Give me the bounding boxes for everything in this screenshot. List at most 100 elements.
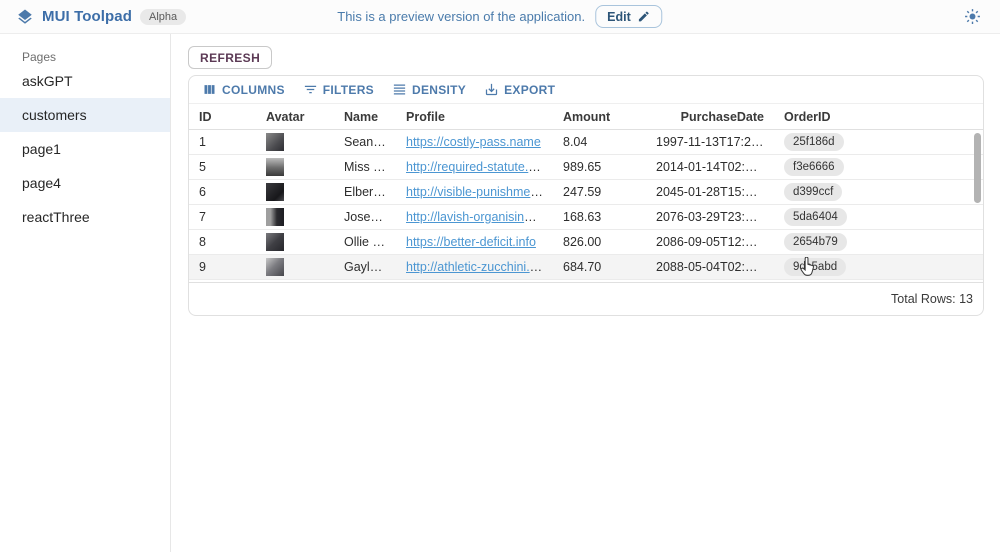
purchase-date-value: 2045-01-28T15:40:06.325Z — [656, 185, 774, 199]
cell-amount[interactable]: 989.65 — [553, 160, 646, 174]
column-header-orderid[interactable]: OrderID — [774, 110, 983, 124]
cell-order_id[interactable]: 25f186d — [774, 133, 983, 151]
cell-amount[interactable]: 826.00 — [553, 235, 646, 249]
toolbar-button-label: EXPORT — [504, 83, 555, 97]
export-button[interactable]: EXPORT — [477, 79, 562, 100]
cell-purchase_date[interactable]: 2086-09-05T12:37:27.015Z — [646, 235, 774, 249]
density-icon — [392, 82, 407, 97]
table-row[interactable]: 1 Sean Harris https://costly-pass.name 8.04… — [189, 130, 983, 155]
cell-name[interactable]: Elbert McL... — [334, 185, 396, 199]
cell-name[interactable]: Sean Harris — [334, 135, 396, 149]
cell-order_id[interactable]: f3e6666 — [774, 158, 983, 176]
cell-order_id[interactable]: 2654b79 — [774, 233, 983, 251]
column-header-profile[interactable]: Profile — [396, 110, 553, 124]
cell-id[interactable]: 6 — [189, 185, 256, 199]
column-header-amount[interactable]: Amount — [553, 110, 646, 124]
table-row[interactable]: 5 Miss Juan ... http://required-statute.or… — [189, 155, 983, 180]
grid-rows: 1 Sean Harris https://costly-pass.name 8.04… — [189, 130, 983, 280]
cell-avatar[interactable] — [256, 133, 334, 151]
cell-id[interactable]: 1 — [189, 135, 256, 149]
table-row[interactable]: 9 Gayle Den... http://athletic-zucchini.or… — [189, 255, 983, 280]
cell-id[interactable]: 5 — [189, 160, 256, 174]
cell-profile[interactable]: https://costly-pass.name — [396, 135, 553, 149]
sidebar-item-page1[interactable]: page1 — [0, 132, 170, 166]
column-header-purchasedate[interactable]: PurchaseDate — [646, 110, 774, 124]
order-id-chip[interactable]: 25f186d — [784, 133, 844, 151]
cell-name[interactable]: Miss Juan ... — [334, 160, 396, 174]
table-row[interactable]: 6 Elbert McL... http://visible-punishment.… — [189, 180, 983, 205]
order-id-chip[interactable]: 5da6404 — [784, 208, 847, 226]
toolbar-button-label: FILTERS — [323, 83, 374, 97]
cell-purchase_date[interactable]: 2014-01-14T02:37:28.536Z — [646, 160, 774, 174]
pages-section-label: Pages — [0, 34, 170, 64]
sidebar-item-page4[interactable]: page4 — [0, 166, 170, 200]
amount-value: 684.70 — [563, 260, 601, 274]
table-row[interactable]: 7 Josefina P... http://lavish-organising.n… — [189, 205, 983, 230]
cell-order_id[interactable]: 5da6404 — [774, 208, 983, 226]
cell-amount[interactable]: 684.70 — [553, 260, 646, 274]
cell-avatar[interactable] — [256, 233, 334, 251]
profile-link[interactable]: http://athletic-zucchini.org — [406, 260, 548, 274]
cell-id[interactable]: 7 — [189, 210, 256, 224]
sidebar-item-label: customers — [22, 107, 87, 123]
export-icon — [484, 82, 499, 97]
cell-id[interactable]: 8 — [189, 235, 256, 249]
cell-order_id[interactable]: d399ccf — [774, 183, 983, 201]
cell-amount[interactable]: 8.04 — [553, 135, 646, 149]
cell-purchase_date[interactable]: 2045-01-28T15:40:06.325Z — [646, 185, 774, 199]
profile-link[interactable]: http://lavish-organising.name — [406, 210, 553, 224]
cell-purchase_date[interactable]: 2076-03-29T23:51:07.968Z — [646, 210, 774, 224]
cell-profile[interactable]: http://required-statute.org — [396, 160, 553, 174]
sidebar-item-askGPT[interactable]: askGPT — [0, 64, 170, 98]
cell-name[interactable]: Gayle Den... — [334, 260, 396, 274]
column-header-avatar[interactable]: Avatar — [256, 110, 334, 124]
table-row[interactable]: 8 Ollie Green... https://better-deficit.in… — [189, 230, 983, 255]
toolbar-button-label: COLUMNS — [222, 83, 285, 97]
cell-avatar[interactable] — [256, 208, 334, 226]
edit-button[interactable]: Edit — [595, 5, 663, 28]
purchase-date-value: 1997-11-13T17:24:11.769Z — [656, 135, 774, 149]
column-header-name[interactable]: Name — [334, 110, 396, 124]
cell-amount[interactable]: 168.63 — [553, 210, 646, 224]
filters-button[interactable]: FILTERS — [296, 79, 381, 100]
cell-purchase_date[interactable]: 2088-05-04T02:31:03.294Z — [646, 260, 774, 274]
profile-link[interactable]: http://visible-punishment.net — [406, 185, 553, 199]
amount-value: 168.63 — [563, 210, 601, 224]
theme-toggle-button[interactable] — [960, 5, 984, 29]
profile-link[interactable]: https://better-deficit.info — [406, 235, 536, 249]
order-id-chip[interactable]: f3e6666 — [784, 158, 844, 176]
profile-link[interactable]: https://costly-pass.name — [406, 135, 541, 149]
amount-value: 826.00 — [563, 235, 601, 249]
cell-profile[interactable]: http://lavish-organising.name — [396, 210, 553, 224]
density-button[interactable]: DENSITY — [385, 79, 473, 100]
cell-avatar[interactable] — [256, 183, 334, 201]
sidebar-item-reactThree[interactable]: reactThree — [0, 200, 170, 234]
scrollbar-thumb[interactable] — [974, 133, 981, 203]
columns-button[interactable]: COLUMNS — [195, 79, 292, 100]
cell-profile[interactable]: https://better-deficit.info — [396, 235, 553, 249]
profile-link[interactable]: http://required-statute.org — [406, 160, 546, 174]
order-id-chip[interactable]: d399ccf — [784, 183, 842, 201]
amount-value: 989.65 — [563, 160, 601, 174]
grid-column-headers: IDAvatarNameProfileAmountPurchaseDateOrd… — [189, 104, 983, 130]
column-header-id[interactable]: ID — [189, 110, 256, 124]
customer-name: Elbert McL... — [344, 185, 396, 199]
cell-name[interactable]: Ollie Green... — [334, 235, 396, 249]
order-id-chip[interactable]: 2654b79 — [784, 233, 847, 251]
cell-amount[interactable]: 247.59 — [553, 185, 646, 199]
cell-order_id[interactable]: 9dc5abd — [774, 258, 983, 276]
sidebar-item-customers[interactable]: customers — [0, 98, 170, 132]
sidebar-item-label: reactThree — [22, 209, 90, 225]
cell-profile[interactable]: http://visible-punishment.net — [396, 185, 553, 199]
cell-profile[interactable]: http://athletic-zucchini.org — [396, 260, 553, 274]
vertical-scrollbar[interactable] — [974, 133, 981, 285]
refresh-button[interactable]: REFRESH — [188, 46, 272, 69]
cell-purchase_date[interactable]: 1997-11-13T17:24:11.769Z — [646, 135, 774, 149]
order-id-chip[interactable]: 9dc5abd — [784, 258, 846, 276]
cell-avatar[interactable] — [256, 258, 334, 276]
cell-avatar[interactable] — [256, 158, 334, 176]
cell-name[interactable]: Josefina P... — [334, 210, 396, 224]
amount-value: 247.59 — [563, 185, 601, 199]
avatar — [266, 208, 284, 226]
cell-id[interactable]: 9 — [189, 260, 256, 274]
